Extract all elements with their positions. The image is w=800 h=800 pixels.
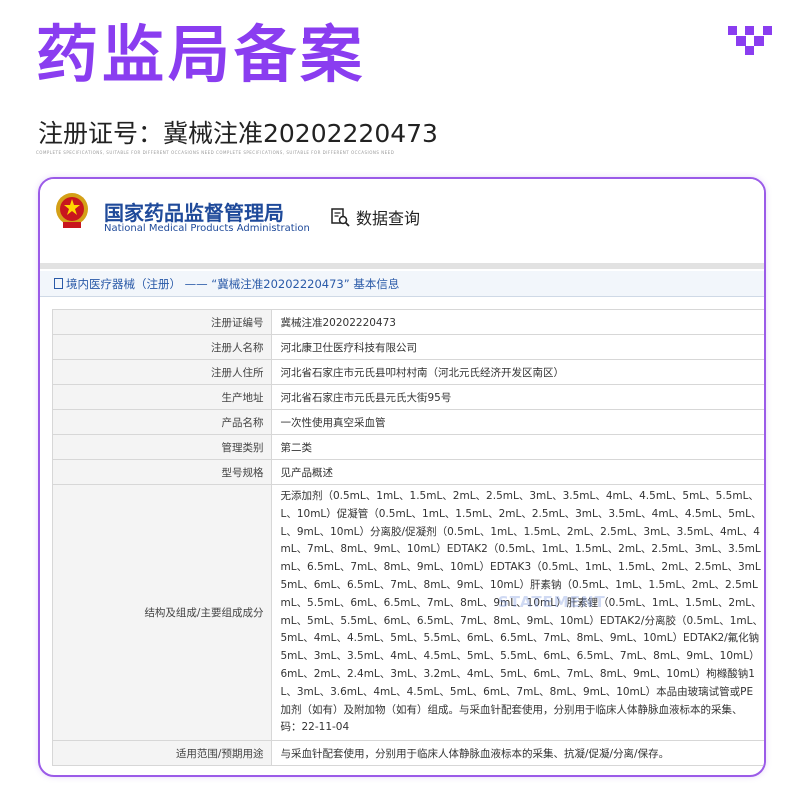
divider xyxy=(40,263,764,269)
agency-name-cn: 国家药品监督管理局 xyxy=(104,201,284,225)
agency-header: 国家药品监督管理局 National Medical Products Admi… xyxy=(40,179,764,263)
data-query-label: 数据查询 xyxy=(356,209,421,228)
row-label: 产品名称 xyxy=(51,409,273,435)
search-document-icon xyxy=(331,208,350,227)
row-value: 见产品概述 xyxy=(271,459,764,485)
registration-number: 注册证号：冀械注准20202220473 xyxy=(38,119,438,148)
row-value: 第二类 xyxy=(271,434,764,460)
screenshot-card: 国家药品监督管理局 National Medical Products Admi… xyxy=(38,177,766,777)
row-label: 注册人住所 xyxy=(51,359,273,385)
structure-line: 码：22-11-04 xyxy=(280,721,350,734)
row-label: 注册证编号 xyxy=(51,309,273,335)
row-label: 注册人名称 xyxy=(51,334,273,360)
row-label: 生产地址 xyxy=(51,384,273,410)
row-value: 河北省石家庄市元氏县叩村村南（河北元氏经济开发区南区） xyxy=(271,359,764,385)
structure-line: L、3mL、3.6mL、4mL、4.5mL、5mL、6mL、7mL、8mL、9m… xyxy=(280,685,754,698)
row-value: 冀械注准20202220473 xyxy=(271,309,764,335)
structure-line: 6mL、2mL、2.4mL、3mL、3.2mL、4mL、5mL、6mL、7mL、… xyxy=(280,667,755,680)
decorative-subtext: COMPLETE SPECIFICATIONS, SUITABLE FOR DI… xyxy=(36,150,395,155)
registration-info-table: 注册证编号 冀械注准20202220473 注册人名称 河北康卫仕医疗科技有限公… xyxy=(51,309,764,767)
national-emblem-icon xyxy=(56,193,88,228)
structure-line: L、10mL）促凝管（0.5mL、1mL、1.5mL、2mL、2.5mL、3mL… xyxy=(280,507,762,520)
structure-text: 无添加剂（0.5mL、1mL、1.5mL、2mL、2.5mL、3mL、3.5mL… xyxy=(271,483,764,742)
structure-line: 5mL、3mL、3.5mL、4mL、4.5mL、5mL、5.5mL、6mL、6.… xyxy=(280,650,760,663)
structure-line: mL、6.5mL、7mL、8mL、9mL、10mL）EDTAK3（0.5mL、1… xyxy=(280,561,761,574)
structure-line: mL、5mL、5.5mL、6mL、6.5mL、7mL、8mL、9mL、10mL）… xyxy=(280,614,763,627)
watermark: STATEMENT xyxy=(498,593,606,611)
table-row: 适用范围/预期用途 与采血针配套使用，分别用于临床人体静脉血液标本的采集、抗凝/… xyxy=(51,740,764,767)
table-row: 注册证编号 冀械注准20202220473 xyxy=(51,309,764,335)
agency-name-en: National Medical Products Administration xyxy=(104,223,310,234)
row-value: 与采血针配套使用，分别用于临床人体静脉血液标本的采集、抗凝/促凝/分离/保存。 xyxy=(271,740,764,767)
structure-line: 加剂（如有）及附加物（如有）组成。与采血针配套使用，分别用于临床人体静脉血液标本… xyxy=(280,703,743,716)
structure-line: L、9mL、10mL）分离胶/促凝剂（0.5mL、1mL、1.5mL、2mL、2… xyxy=(280,525,760,538)
breadcrumb-text[interactable]: 境内医疗器械（注册） —— “冀械注准20202220473” 基本信息 xyxy=(66,276,399,292)
row-value: 一次性使用真空采血管 xyxy=(271,409,764,435)
row-value: 河北省石家庄市元氏县元氏大街95号 xyxy=(271,384,764,410)
table-row: 型号规格 见产品概述 xyxy=(51,459,764,485)
row-label: 型号规格 xyxy=(51,459,273,485)
structure-line: 5mL、4mL、4.5mL、5mL、5.5mL、6mL、6.5mL、7mL、8m… xyxy=(280,632,760,645)
table-row: 产品名称 一次性使用真空采血管 xyxy=(51,409,764,435)
row-value: 河北康卫仕医疗科技有限公司 xyxy=(271,334,764,360)
table-row-structure: 结构及组成/主要组成成分 无添加剂（0.5mL、1mL、1.5mL、2mL、2.… xyxy=(51,483,764,742)
structure-line: mL、7mL、8mL、9mL、10mL）EDTAK2（0.5mL、1mL、1.5… xyxy=(280,543,761,556)
table-row: 注册人名称 河北康卫仕医疗科技有限公司 xyxy=(51,334,764,360)
table-row: 注册人住所 河北省石家庄市元氏县叩村村南（河北元氏经济开发区南区） xyxy=(51,359,764,385)
table-row: 管理类别 第二类 xyxy=(51,434,764,460)
row-label: 结构及组成/主要组成成分 xyxy=(51,483,273,742)
breadcrumb: 境内医疗器械（注册） —— “冀械注准20202220473” 基本信息 xyxy=(40,271,764,297)
data-query-link[interactable]: 数据查询 xyxy=(330,205,420,229)
row-label: 适用范围/预期用途 xyxy=(51,740,273,767)
structure-line: 无添加剂（0.5mL、1mL、1.5mL、2mL、2.5mL、3mL、3.5mL… xyxy=(280,490,759,502)
page-title: 药监局备案 xyxy=(36,18,367,91)
document-icon xyxy=(54,278,63,289)
brand-logo-icon xyxy=(728,26,772,55)
row-label: 管理类别 xyxy=(51,434,273,460)
table-row: 生产地址 河北省石家庄市元氏县元氏大街95号 xyxy=(51,384,764,410)
